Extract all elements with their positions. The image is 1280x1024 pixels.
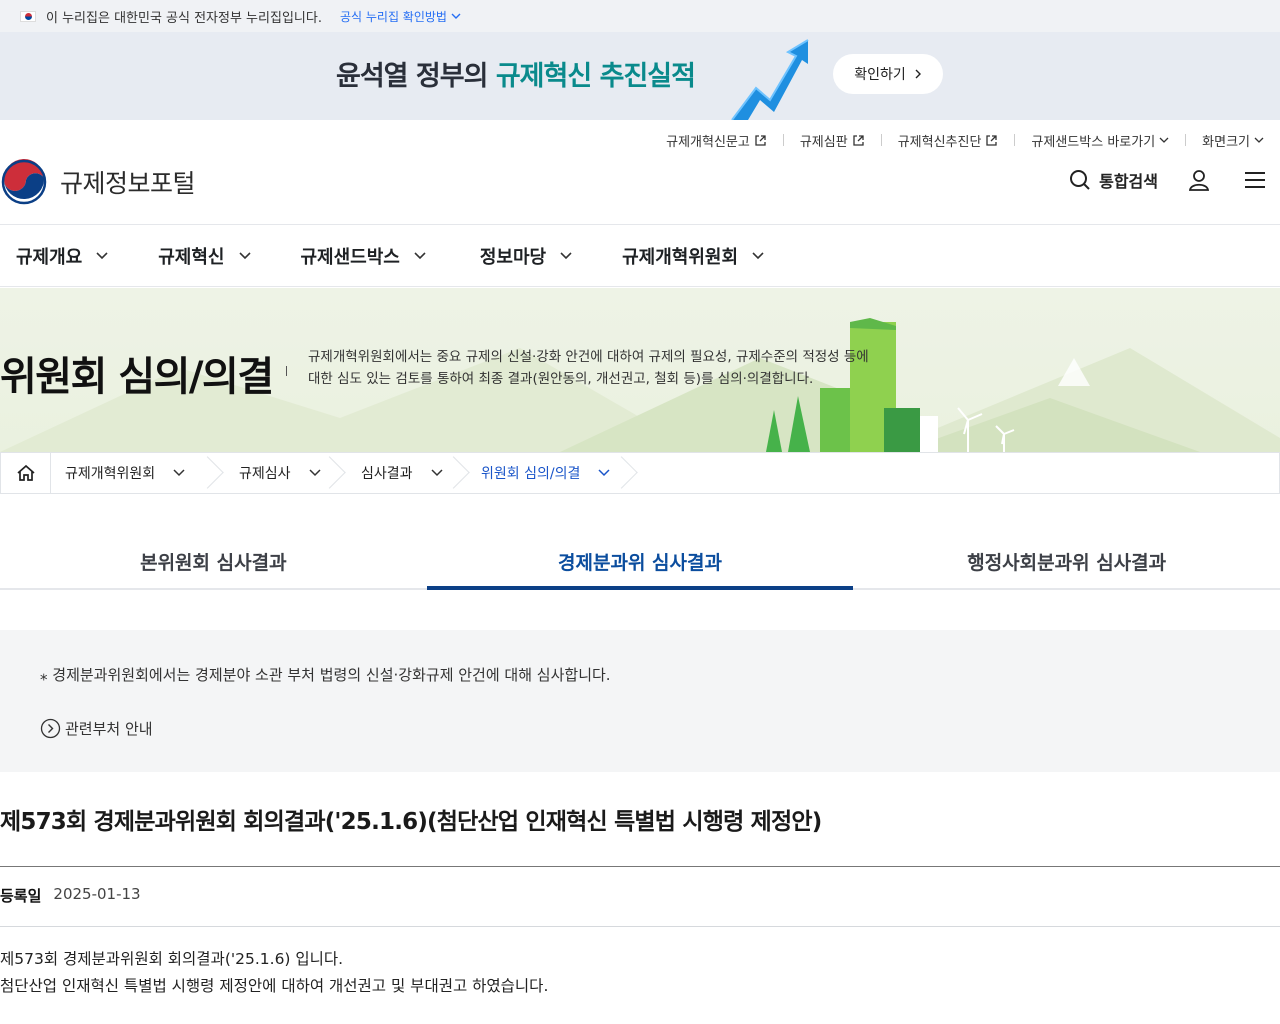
info-note-text: 경제분과위원회에서는 경제분야 소관 부처 법령의 신설·강화규제 안건에 대해… [52,666,611,684]
user-icon [1188,170,1210,191]
util-link-sandbox-shortcut[interactable]: 규제샌드박스 바로가기 [1015,131,1185,150]
breadcrumb-label: 규제개혁위원회 [65,466,156,482]
date-value: 2025-01-13 [53,885,141,903]
info-box: ⁎ 경제분과위원회에서는 경제분야 소관 부처 법령의 신설·강화규제 안건에 … [0,630,1280,772]
util-link-label: 규제혁신추진단 [897,134,982,150]
chevron-down-icon [173,469,185,477]
home-icon [16,464,35,481]
chevron-down-icon [451,13,461,19]
date-label: 등록일 [0,887,42,905]
util-link-label: 화면크기 [1202,134,1250,150]
external-link-icon [986,134,998,146]
banner-title-highlight: 규제혁신 추진실적 [495,61,696,92]
tab-economic-subcommittee[interactable]: 경제분과위 심사결과 [426,534,854,590]
chevron-down-icon [1159,137,1169,143]
gnb-label: 규제혁신 [158,246,225,268]
description-line: 대한 심도 있는 검토를 통하여 최종 결과(원안동의, 개선권고, 철회 등)… [308,371,814,387]
gnb-item-sandbox[interactable]: 규제샌드박스 [301,243,426,269]
circle-arrow-right-icon [40,718,61,739]
promo-banner[interactable]: 윤석열 정부의 규제혁신 추진실적 확인하기 [0,32,1280,120]
verify-official-link[interactable]: 공식 누리집 확인방법 [340,8,461,25]
menu-button[interactable] [1244,170,1266,190]
chevron-down-icon [752,251,764,259]
search-label: 통합검색 [1099,172,1158,191]
util-link-label: 규제심판 [799,134,848,150]
chevron-down-icon [431,469,443,477]
menu-icon [1245,172,1265,188]
page-hero: 위원회 심의/의결 규제개혁위원회에서는 중요 규제의 신설·강화 안건에 대하… [0,288,1280,452]
breadcrumb-item-review[interactable]: 규제심사 [213,453,335,493]
external-link-icon [755,134,766,146]
growth-arrow-icon [731,39,809,120]
gnb-item-overview[interactable]: 규제개요 [16,243,108,269]
breadcrumb-label: 심사결과 [361,466,413,482]
breadcrumb-label: 규제심사 [239,466,291,482]
breadcrumb-item-current[interactable]: 위원회 심의/의결 [459,453,627,493]
gnb-item-committee[interactable]: 규제개혁위원회 [622,243,764,269]
gnb-item-info[interactable]: 정보마당 [480,243,572,269]
chevron-down-icon [1254,137,1264,143]
chevron-down-icon [598,469,610,477]
divider [0,926,1280,927]
result-tabs: 본위원회 심사결과 경제분과위 심사결과 행정사회분과위 심사결과 [0,534,1280,590]
breadcrumb-item-results[interactable]: 심사결과 [335,453,459,493]
post-body: 제573회 경제분과위원회 회의결과('25.1.6) 입니다. 첨단산업 인재… [0,946,548,1000]
tab-admin-social-subcommittee[interactable]: 행정사회분과위 심사결과 [853,534,1280,588]
util-link-reform-petition[interactable]: 규제개혁신문고 [650,131,783,150]
breadcrumb-label: 위원회 심의/의결 [481,466,581,482]
util-link-label: 규제개혁신문고 [666,134,750,150]
banner-title-part1: 윤석열 정부의 [336,61,496,92]
breadcrumb: 규제개혁위원회 규제심사 심사결과 위원회 심의/의결 [0,452,1280,494]
header-actions: 통합검색 [1069,168,1266,192]
site-name: 규제정보포털 [60,169,196,198]
related-ministries-label: 관련부처 안내 [65,720,153,738]
related-ministries-link[interactable]: 관련부처 안내 [40,718,153,739]
breadcrumb-item-committee[interactable]: 규제개혁위원회 [51,453,213,493]
gnb-label: 규제개혁위원회 [622,246,739,268]
integrated-search-button[interactable]: 통합검색 [1069,168,1158,192]
util-link-regulatory-judge[interactable]: 규제심판 [784,131,881,150]
chevron-down-icon [96,251,108,259]
info-note: ⁎ 경제분과위원회에서는 경제분야 소관 부처 법령의 신설·강화규제 안건에 … [40,664,611,685]
description-line: 규제개혁위원회에서는 중요 규제의 신설·강화 안건에 대하여 규제의 필요성,… [308,349,869,365]
breadcrumb-home[interactable] [1,453,51,493]
gnb-label: 규제개요 [16,246,83,268]
external-link-icon [853,134,864,146]
chevron-down-icon [414,251,426,259]
site-logo[interactable]: 규제정보포털 [0,158,196,206]
chevron-down-icon [238,251,251,259]
divider [286,366,287,376]
utility-links: 규제개혁신문고 규제심판 규제혁신추진단 규제샌드박스 바로가기 화면크기 [650,128,1280,152]
util-screen-size[interactable]: 화면크기 [1186,131,1280,150]
gnb-label: 규제샌드박스 [300,246,400,268]
chevron-down-icon [309,469,321,477]
gov-official-text: 이 누리집은 대한민국 공식 전자정부 누리집입니다. [46,10,322,26]
divider [0,866,1280,867]
post-body-line: 첨단산업 인재혁신 특별법 시행령 제정안에 대하여 개선권고 및 부대권고 하… [0,977,549,995]
chevron-right-icon [915,69,921,79]
post-meta: 등록일 2025-01-13 [0,885,141,906]
asterisk-icon: ⁎ [40,666,53,684]
tab-main-committee[interactable]: 본위원회 심사결과 [0,534,427,588]
post-title: 제573회 경제분과위원회 회의결과('25.1.6)(첨단산업 인재혁신 특별… [0,809,822,835]
util-link-reform-task-force[interactable]: 규제혁신추진단 [882,131,1015,150]
kr-flag-icon [20,10,36,22]
banner-title: 윤석열 정부의 규제혁신 추진실적 [336,54,696,93]
util-link-label: 규제샌드박스 바로가기 [1031,134,1156,150]
banner-confirm-label: 확인하기 [854,67,906,83]
gov-emblem-icon [1,158,47,205]
gov-official-bar: 이 누리집은 대한민국 공식 전자정부 누리집입니다. 공식 누리집 확인방법 [0,0,1280,32]
gnb-item-innovation[interactable]: 규제혁신 [158,243,251,269]
page-description: 규제개혁위원회에서는 중요 규제의 신설·강화 안건에 대하여 규제의 필요성,… [308,346,908,390]
banner-confirm-button[interactable]: 확인하기 [833,54,943,94]
chevron-down-icon [560,251,572,259]
user-button[interactable] [1188,169,1210,191]
gnb-label: 정보마당 [479,246,547,268]
page-title: 위원회 심의/의결 [0,354,274,400]
post-body-line: 제573회 경제분과위원회 회의결과('25.1.6) 입니다. [0,950,344,968]
verify-official-label: 공식 누리집 확인방법 [339,9,447,24]
search-icon [1070,170,1090,190]
main-nav: 규제개요 규제혁신 규제샌드박스 정보마당 규제개혁위원회 [0,225,1280,287]
